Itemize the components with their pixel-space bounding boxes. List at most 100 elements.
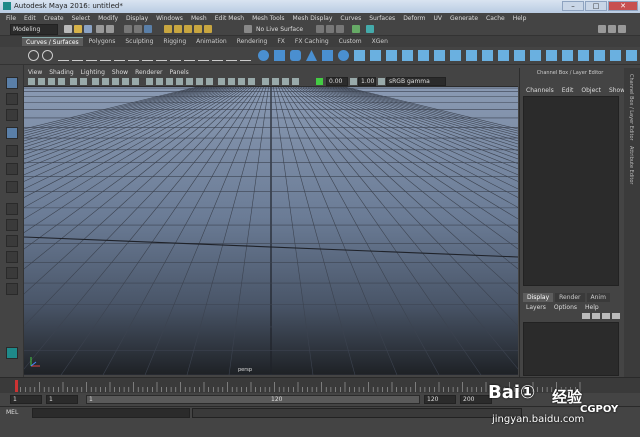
ipr-render-icon[interactable] <box>326 25 334 33</box>
perspective-viewport[interactable] <box>24 87 518 375</box>
panel-menu-panels[interactable]: Panels <box>169 69 188 76</box>
toggle-tool-settings-icon[interactable] <box>608 25 616 33</box>
panel-menu-view[interactable]: View <box>28 69 42 76</box>
bookmarks-icon[interactable] <box>58 78 65 85</box>
untrim-icon[interactable] <box>498 50 509 61</box>
layer-up-icon[interactable] <box>582 313 590 319</box>
side-tab-channel-box[interactable]: Channel Box / Layer Editor <box>628 74 634 141</box>
undo-icon[interactable] <box>96 25 104 33</box>
maximize-button[interactable]: □ <box>585 1 607 11</box>
mel-label[interactable]: MEL <box>6 409 18 416</box>
menu-mesh-tools[interactable]: Mesh Tools <box>252 15 284 22</box>
exposure-icon[interactable] <box>316 78 323 85</box>
snap-grid-icon[interactable] <box>164 25 172 33</box>
trim-tool-icon[interactable] <box>482 50 493 61</box>
channel-box-area[interactable] <box>523 96 619 286</box>
bezier-tool-icon[interactable] <box>240 50 251 61</box>
shelf-tab-sculpting[interactable]: Sculpting <box>121 37 157 46</box>
pencil-curve-icon[interactable] <box>86 50 97 61</box>
new-layer-selected-icon[interactable] <box>612 313 620 319</box>
birail-icon[interactable] <box>418 50 429 61</box>
image-plane-icon[interactable] <box>70 78 77 85</box>
textured-icon[interactable] <box>186 78 193 85</box>
shelf-tab-animation[interactable]: Animation <box>192 37 231 46</box>
show-menu[interactable]: Show <box>609 87 625 94</box>
shelf-tab-custom[interactable]: Custom <box>335 37 366 46</box>
layer-down-icon[interactable] <box>592 313 600 319</box>
snap-view-plane-icon[interactable] <box>194 25 202 33</box>
panel-menu-renderer[interactable]: Renderer <box>135 69 162 76</box>
wireframe-icon[interactable] <box>146 78 153 85</box>
menu-generate[interactable]: Generate <box>450 15 478 22</box>
single-perspective-layout-icon[interactable] <box>6 203 18 215</box>
insert-knot-icon[interactable] <box>156 50 167 61</box>
smooth-shade-icon[interactable] <box>156 78 163 85</box>
shelf-tab-polygons[interactable]: Polygons <box>85 37 120 46</box>
tab-anim[interactable]: Anim <box>586 293 610 302</box>
menu-modify[interactable]: Modify <box>98 15 118 22</box>
tab-display[interactable]: Display <box>523 293 554 302</box>
rebuild-curve-icon[interactable] <box>198 50 209 61</box>
shelf-tab-fx-caching[interactable]: FX Caching <box>291 37 333 46</box>
select-component-icon[interactable] <box>144 25 152 33</box>
panel-menu-lighting[interactable]: Lighting <box>81 69 105 76</box>
screen-space-ao-icon[interactable] <box>218 78 225 85</box>
depth-of-field-icon[interactable] <box>248 78 255 85</box>
rotate-tool-icon[interactable] <box>6 145 18 157</box>
layers-menu[interactable]: Layers <box>526 304 546 311</box>
edit-menu[interactable]: Edit <box>562 87 574 94</box>
menu-curves[interactable]: Curves <box>340 15 361 22</box>
extend-curve-icon[interactable] <box>170 50 181 61</box>
nurbs-plane-icon[interactable] <box>322 50 333 61</box>
help-menu[interactable]: Help <box>585 304 599 311</box>
tab-render[interactable]: Render <box>555 293 585 302</box>
shelf-tab-xgen[interactable]: XGen <box>368 37 392 46</box>
anti-aliasing-icon[interactable] <box>238 78 245 85</box>
graph-layout-icon[interactable] <box>6 283 18 295</box>
menu-display[interactable]: Display <box>126 15 148 22</box>
loft-icon[interactable] <box>370 50 381 61</box>
outliner-layout-icon[interactable] <box>6 267 18 279</box>
ep-curve-icon[interactable] <box>72 50 83 61</box>
snap-point-icon[interactable] <box>184 25 192 33</box>
render-current-frame-icon[interactable] <box>316 25 324 33</box>
menu-help[interactable]: Help <box>513 15 527 22</box>
range-bar[interactable]: 1 120 <box>86 395 420 404</box>
menu-mesh-display[interactable]: Mesh Display <box>293 15 333 22</box>
start-time-field[interactable]: 1 <box>10 395 42 404</box>
shadows-icon[interactable] <box>206 78 213 85</box>
menu-surfaces[interactable]: Surfaces <box>369 15 395 22</box>
select-tool-icon[interactable] <box>6 77 18 89</box>
bezier-curve-icon[interactable] <box>114 50 125 61</box>
render-settings-icon[interactable] <box>336 25 344 33</box>
nurbs-sphere-icon[interactable] <box>258 50 269 61</box>
revolve-icon[interactable] <box>354 50 365 61</box>
persp-graph-layout-icon[interactable] <box>6 235 18 247</box>
close-button[interactable]: ✕ <box>608 1 638 11</box>
xray-icon[interactable] <box>272 78 279 85</box>
playback-end-field[interactable]: 120 <box>424 395 456 404</box>
isolate-select-icon[interactable] <box>262 78 269 85</box>
offset-curve-icon[interactable] <box>184 50 195 61</box>
curve-editing-icon[interactable] <box>226 50 237 61</box>
xray-joints-icon[interactable] <box>282 78 289 85</box>
select-hierarchy-icon[interactable] <box>124 25 132 33</box>
attach-curve-icon[interactable] <box>128 50 139 61</box>
hypershade-icon[interactable] <box>352 25 360 33</box>
menu-file[interactable]: File <box>6 15 16 22</box>
add-points-icon[interactable] <box>212 50 223 61</box>
nurbs-cube-icon[interactable] <box>274 50 285 61</box>
command-input[interactable] <box>32 408 190 418</box>
safe-action-icon[interactable] <box>132 78 139 85</box>
sculpt-geometry-icon[interactable] <box>610 50 621 61</box>
menu-edit-mesh[interactable]: Edit Mesh <box>215 15 244 22</box>
panel-menu-shading[interactable]: Shading <box>49 69 73 76</box>
scale-tool-icon[interactable] <box>6 163 18 175</box>
four-view-layout-icon[interactable] <box>6 219 18 231</box>
select-object-icon[interactable] <box>134 25 142 33</box>
gamma-icon[interactable] <box>350 78 357 85</box>
detach-curve-icon[interactable] <box>142 50 153 61</box>
shelf-tab-fx[interactable]: FX <box>273 37 289 46</box>
panel-menu-show[interactable]: Show <box>112 69 128 76</box>
select-camera-icon[interactable] <box>28 78 35 85</box>
